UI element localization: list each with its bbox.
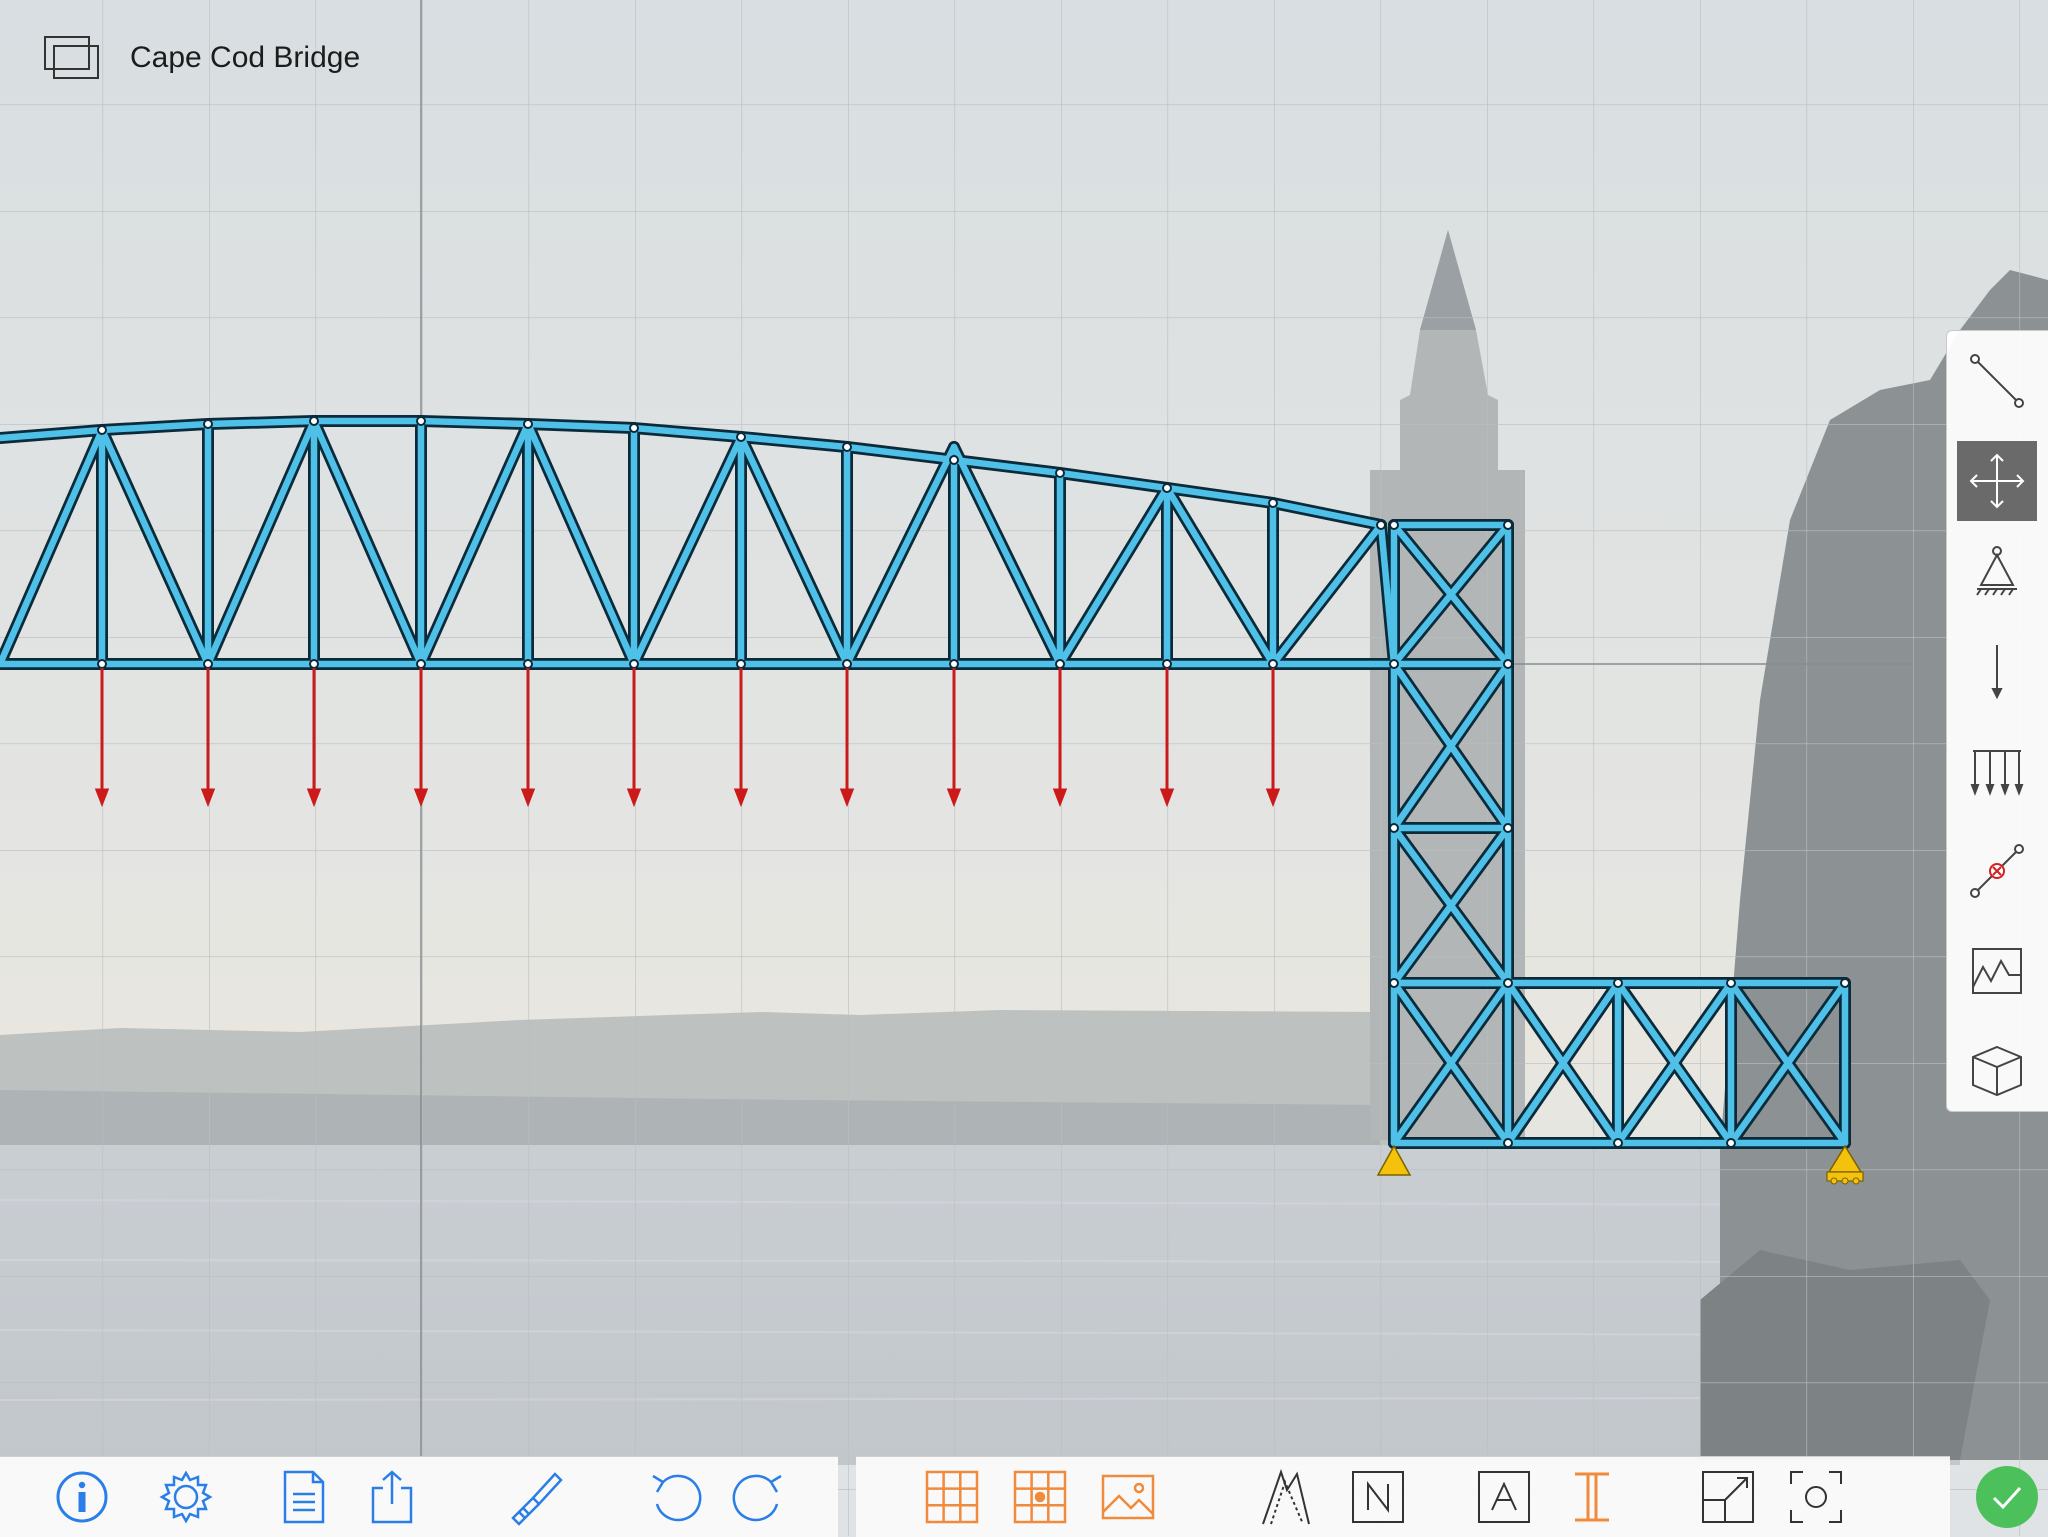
zoom-fit-button[interactable] xyxy=(1784,1465,1848,1529)
brush-icon xyxy=(511,1472,563,1526)
redo-button[interactable] xyxy=(726,1465,790,1529)
axial-force-labels-icon xyxy=(1478,1471,1530,1523)
tool-sidebar xyxy=(1946,330,2048,1112)
3d-view-tool[interactable] xyxy=(1957,1031,2037,1111)
distributed-load-icon xyxy=(1970,750,2024,796)
structure-canvas[interactable] xyxy=(0,0,2048,1536)
point-load-tool[interactable] xyxy=(1957,631,2037,711)
grid-icon xyxy=(925,1470,979,1524)
support-tool[interactable] xyxy=(1957,531,2037,611)
done-button[interactable] xyxy=(1976,1466,2038,1528)
checkmark-icon xyxy=(1992,1486,2022,1510)
document-title-bar[interactable]: Cape Cod Bridge xyxy=(44,34,360,82)
move-arrows-icon xyxy=(1969,453,2025,509)
pin-support-icon xyxy=(1976,546,2017,596)
cube-icon xyxy=(1972,1045,2022,1097)
graph-icon xyxy=(1972,948,2022,994)
info-icon xyxy=(56,1471,108,1523)
background-image-icon xyxy=(1101,1474,1155,1520)
resize-button[interactable] xyxy=(1696,1465,1760,1529)
redo-icon xyxy=(732,1474,782,1522)
document-button[interactable] xyxy=(272,1465,336,1529)
hinge-release-icon xyxy=(1970,844,2024,898)
settings-button[interactable] xyxy=(154,1465,218,1529)
background-image-button[interactable] xyxy=(1096,1465,1160,1529)
snap-grid-icon xyxy=(1013,1470,1067,1524)
member-labels-button[interactable] xyxy=(1472,1465,1536,1529)
release-tool[interactable] xyxy=(1957,831,2037,911)
deformed-shape-icon xyxy=(1262,1468,1310,1525)
member-tool[interactable] xyxy=(1957,341,2037,421)
document-title: Cape Cod Bridge xyxy=(130,41,361,74)
undo-icon xyxy=(652,1474,702,1522)
results-tool[interactable] xyxy=(1957,931,2037,1011)
move-tool[interactable] xyxy=(1957,441,2037,521)
deformed-shape-button[interactable] xyxy=(1254,1465,1318,1529)
distributed-load-tool[interactable] xyxy=(1957,731,2037,811)
zoom-fit-icon xyxy=(1790,1471,1842,1523)
documents-stack-icon[interactable] xyxy=(44,36,100,80)
node-labels-button[interactable] xyxy=(1346,1465,1410,1529)
background-photo xyxy=(0,0,2048,1536)
undo-button[interactable] xyxy=(644,1465,708,1529)
grid-toggle-button[interactable] xyxy=(920,1465,984,1529)
bottom-toolbar-left xyxy=(0,1456,838,1537)
settings-gear-icon xyxy=(159,1470,213,1524)
style-button[interactable] xyxy=(502,1465,566,1529)
share-icon xyxy=(371,1470,413,1524)
bottom-toolbar-right xyxy=(856,1456,1950,1537)
line-icon xyxy=(1970,354,2024,408)
node-labels-icon xyxy=(1352,1471,1404,1523)
section-button[interactable] xyxy=(1560,1465,1624,1529)
resize-icon xyxy=(1702,1471,1754,1523)
document-icon xyxy=(283,1470,325,1524)
info-button[interactable] xyxy=(50,1465,114,1529)
arrow-down-icon xyxy=(1991,645,2003,700)
snap-grid-button[interactable] xyxy=(1008,1465,1072,1529)
section-icon xyxy=(1575,1472,1609,1522)
share-button[interactable] xyxy=(360,1465,424,1529)
